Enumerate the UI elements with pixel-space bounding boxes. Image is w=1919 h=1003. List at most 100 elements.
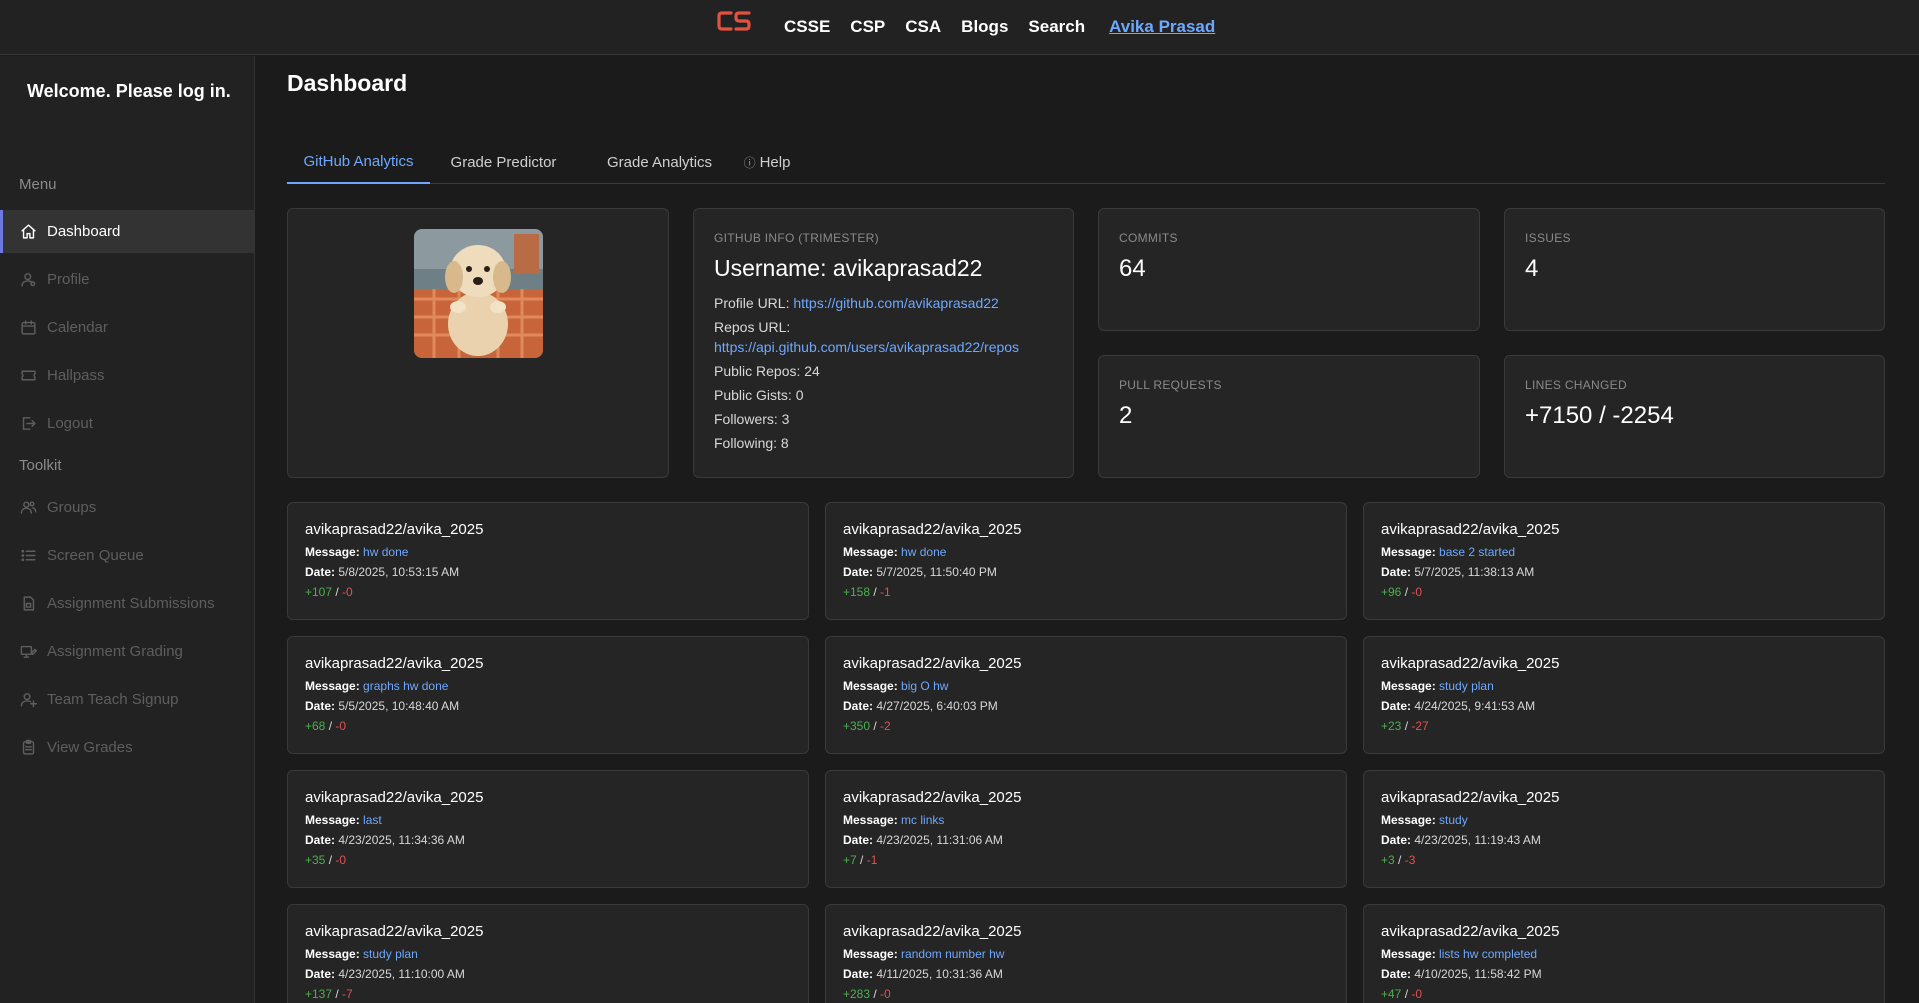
commit-message-label: Message: xyxy=(305,545,360,559)
sidebar-item-team-teach-signup[interactable]: Team Teach Signup xyxy=(0,678,255,721)
commit-repo: avikaprasad22/avika_2025 xyxy=(843,521,1022,538)
commit-message-label: Message: xyxy=(843,947,898,961)
sidebar-item-assignment-submissions[interactable]: Assignment Submissions xyxy=(0,582,255,625)
commit-message[interactable]: random number hw xyxy=(901,947,1004,961)
commit-card[interactable]: avikaprasad22/avika_2025 Message: base 2 … xyxy=(1363,502,1885,620)
commit-message[interactable]: study plan xyxy=(1439,679,1494,693)
commit-card[interactable]: avikaprasad22/avika_2025 Message: hw done… xyxy=(825,502,1347,620)
commit-message-row: Message: base 2 started xyxy=(1381,545,1515,559)
nav-link-search[interactable]: Search xyxy=(1028,17,1085,37)
commit-date: 4/11/2025, 10:31:36 AM xyxy=(876,967,1003,981)
commit-date: 5/8/2025, 10:53:15 AM xyxy=(338,565,460,579)
commit-date-row: Date: 4/27/2025, 6:40:03 PM xyxy=(843,699,998,713)
commit-message-label: Message: xyxy=(1381,947,1436,961)
commit-card[interactable]: avikaprasad22/avika_2025 Message: study Da… xyxy=(1363,770,1885,888)
commit-card[interactable]: avikaprasad22/avika_2025 Message: lists h… xyxy=(1363,904,1885,1003)
commit-card[interactable]: avikaprasad22/avika_2025 Message: study p… xyxy=(1363,636,1885,754)
commit-message[interactable]: lists hw completed xyxy=(1439,947,1537,961)
commit-date-label: Date: xyxy=(1381,565,1412,579)
nav-link-csse[interactable]: CSSE xyxy=(784,17,830,37)
lines-added: +35 xyxy=(305,853,326,867)
sidebar-item-profile[interactable]: Profile xyxy=(0,258,255,301)
commit-date: 4/10/2025, 11:58:42 PM xyxy=(1414,967,1542,981)
commit-message[interactable]: base 2 started xyxy=(1439,545,1515,559)
commit-repo: avikaprasad22/avika_2025 xyxy=(305,521,484,538)
commit-card[interactable]: avikaprasad22/avika_2025 Message: mc link… xyxy=(825,770,1347,888)
sidebar-item-dashboard[interactable]: Dashboard xyxy=(0,210,255,253)
calendar-icon xyxy=(21,320,36,335)
commit-diff-row: +23 / -27 xyxy=(1381,719,1429,733)
commit-message[interactable]: graphs hw done xyxy=(363,679,448,693)
user-icon xyxy=(21,273,36,287)
sidebar-item-calendar[interactable]: Calendar xyxy=(0,306,255,349)
nav-link-user[interactable]: Avika Prasad xyxy=(1109,17,1215,37)
github-username: Username: avikaprasad22 xyxy=(714,255,983,281)
public-gists: Public Gists: 0 xyxy=(714,387,804,403)
commit-date: 4/23/2025, 11:10:00 AM xyxy=(338,967,465,981)
sidebar-item-hallpass[interactable]: Hallpass xyxy=(0,354,255,397)
tab-grade-predictor[interactable]: Grade Predictor xyxy=(430,140,577,184)
sidebar-item-logout[interactable]: Logout xyxy=(0,402,255,445)
commit-diff-row: +68 / -0 xyxy=(305,719,347,733)
sidebar-item-assignment-grading[interactable]: Assignment Grading xyxy=(0,630,255,673)
commit-card[interactable]: avikaprasad22/avika_2025 Message: last Dat… xyxy=(287,770,809,888)
commit-message-row: Message: hw done xyxy=(305,545,408,559)
repos-url-link[interactable]: https://api.github.com/users/avikaprasad… xyxy=(714,339,1019,355)
commit-date: 4/24/2025, 9:41:53 AM xyxy=(1414,699,1536,713)
commit-date: 4/23/2025, 11:19:43 AM xyxy=(1414,833,1541,847)
ticket-icon xyxy=(21,370,36,381)
commit-diff-row: +350 / -2 xyxy=(843,719,891,733)
commit-date-label: Date: xyxy=(843,565,874,579)
following: Following: 8 xyxy=(714,435,789,451)
cs-logo[interactable] xyxy=(716,8,752,34)
commit-card[interactable]: avikaprasad22/avika_2025 Message: study p… xyxy=(287,904,809,1003)
commit-message[interactable]: mc links xyxy=(901,813,944,827)
commit-message[interactable]: study plan xyxy=(363,947,418,961)
commit-date-label: Date: xyxy=(305,833,336,847)
profile-url-link[interactable]: https://github.com/avikaprasad22 xyxy=(793,295,998,311)
stat-label: COMMITS xyxy=(1119,231,1178,245)
commit-date-label: Date: xyxy=(305,565,336,579)
commit-message[interactable]: big O hw xyxy=(901,679,948,693)
commit-message[interactable]: study xyxy=(1439,813,1468,827)
commit-card[interactable]: avikaprasad22/avika_2025 Message: big O h… xyxy=(825,636,1347,754)
stat-label: PULL REQUESTS xyxy=(1119,378,1222,392)
commit-date-label: Date: xyxy=(1381,967,1412,981)
nav-link-blogs[interactable]: Blogs xyxy=(961,17,1008,37)
user-plus-icon xyxy=(20,693,37,708)
stat-value: 4 xyxy=(1525,255,1539,282)
commit-message[interactable]: hw done xyxy=(901,545,946,559)
commit-message-row: Message: last xyxy=(305,813,382,827)
commit-date-row: Date: 4/10/2025, 11:58:42 PM xyxy=(1381,967,1542,981)
tab-grade-analytics[interactable]: Grade Analytics xyxy=(587,140,732,184)
tab-help[interactable]: ⓘ Help xyxy=(737,140,797,184)
nav-link-csp[interactable]: CSP xyxy=(850,17,885,37)
commit-card[interactable]: avikaprasad22/avika_2025 Message: random … xyxy=(825,904,1347,1003)
commit-message[interactable]: hw done xyxy=(363,545,408,559)
commit-card[interactable]: avikaprasad22/avika_2025 Message: hw done… xyxy=(287,502,809,620)
stat-card-commits: COMMITS 64 xyxy=(1098,208,1480,331)
commit-message[interactable]: last xyxy=(363,813,382,827)
lines-deleted: -0 xyxy=(1411,585,1423,599)
commit-message-row: Message: lists hw completed xyxy=(1381,947,1537,961)
sidebar-item-groups[interactable]: Groups xyxy=(0,486,255,529)
commit-date: 4/23/2025, 11:34:36 AM xyxy=(338,833,465,847)
github-info-card: GITHUB INFO (TRIMESTER) Username: avikap… xyxy=(693,208,1074,478)
tab-label: Grade Analytics xyxy=(606,153,713,171)
commit-card[interactable]: avikaprasad22/avika_2025 Message: graphs … xyxy=(287,636,809,754)
sidebar-item-view-grades[interactable]: View Grades xyxy=(0,726,255,769)
commit-diff-row: +35 / -0 xyxy=(305,853,347,867)
commit-message-label: Message: xyxy=(843,545,898,559)
lines-deleted: -1 xyxy=(866,853,878,867)
toolkit-section-label: Toolkit xyxy=(19,457,62,474)
sidebar-item-screen-queue[interactable]: Screen Queue xyxy=(0,534,255,577)
tab-github-analytics[interactable]: GitHub Analytics xyxy=(287,140,430,184)
commit-date-label: Date: xyxy=(843,833,874,847)
nav-link-csa[interactable]: CSA xyxy=(905,17,941,37)
commit-repo: avikaprasad22/avika_2025 xyxy=(1381,789,1560,806)
commit-repo: avikaprasad22/avika_2025 xyxy=(305,923,484,940)
grading-icon xyxy=(20,645,37,658)
commit-message-row: Message: graphs hw done xyxy=(305,679,448,693)
lines-deleted: -1 xyxy=(880,585,891,599)
tab-label: Grade Predictor xyxy=(450,153,557,171)
